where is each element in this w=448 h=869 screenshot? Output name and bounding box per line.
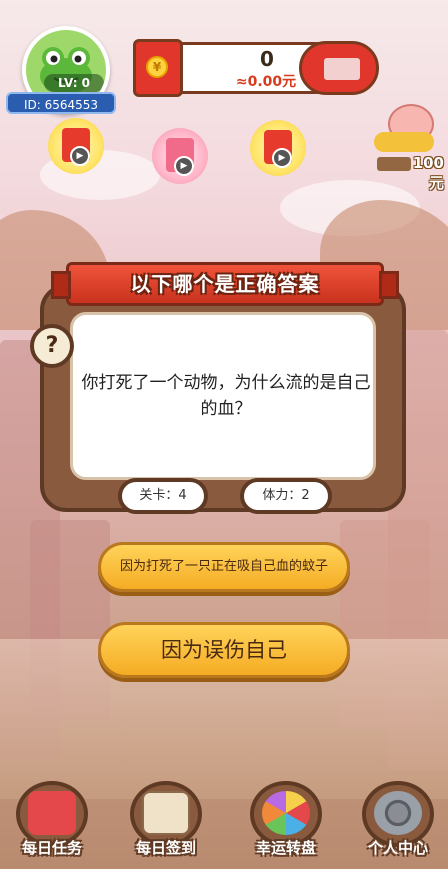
play-icon: ▶ bbox=[174, 156, 194, 176]
gold-coins-icon bbox=[374, 132, 434, 152]
nav-daily-checkin[interactable]: 每日签到 bbox=[120, 781, 212, 869]
nav-label: 每日签到 bbox=[135, 839, 196, 857]
video-red-envelope-3[interactable]: ▶ bbox=[250, 120, 306, 176]
nav-label: 个人中心 bbox=[367, 839, 428, 857]
video-red-envelope-2[interactable]: ▶ bbox=[152, 128, 208, 184]
level-counter: 关卡：4 bbox=[118, 478, 208, 514]
nav-label: 每日任务 bbox=[21, 839, 82, 857]
piggy-bank-amount: 100元 bbox=[412, 154, 444, 192]
wallet-bar: ¥ 0 ≈0.00元 bbox=[133, 39, 379, 97]
nav-label: 幸运转盘 bbox=[255, 839, 316, 857]
coin-balance: 0 bbox=[260, 47, 274, 71]
question-mark-icon: ? bbox=[45, 333, 59, 358]
nav-daily-tasks[interactable]: 每日任务 bbox=[6, 781, 98, 869]
nav-lucky-wheel[interactable]: 幸运转盘 bbox=[240, 781, 332, 869]
coin-icon: ¥ bbox=[146, 56, 168, 78]
help-button[interactable]: ? bbox=[30, 324, 74, 368]
play-icon: ▶ bbox=[70, 146, 90, 166]
answer-option-1[interactable]: 因为打死了一只正在吸自己血的蚊子 bbox=[98, 542, 350, 592]
red-envelope-gift-icon bbox=[28, 791, 76, 835]
play-icon: ▶ bbox=[272, 148, 292, 168]
banner-title: 以下哪个是正确答案 bbox=[130, 272, 320, 296]
answer-option-2[interactable]: 因为误伤自己 bbox=[98, 622, 350, 678]
player-id: ID: 6564553 bbox=[6, 92, 116, 114]
question-text: 你打死了一个动物，为什么流的是自己的血？ bbox=[81, 373, 371, 419]
blurred-label bbox=[324, 58, 360, 80]
video-red-envelope-1[interactable]: ▶ bbox=[48, 118, 104, 174]
lucky-wheel-icon bbox=[262, 791, 310, 835]
clipboard-checkin-icon bbox=[142, 791, 190, 835]
red-envelope-icon: ¥ bbox=[133, 39, 183, 97]
stamina-counter: 体力：2 bbox=[240, 478, 332, 514]
nav-profile[interactable]: 个人中心 bbox=[352, 781, 444, 869]
piggy-bank[interactable]: 100元 bbox=[370, 98, 444, 192]
blurred-label bbox=[376, 156, 411, 171]
gear-icon bbox=[374, 791, 422, 835]
player-level: LV: 0 bbox=[44, 74, 104, 92]
question-banner: 以下哪个是正确答案 bbox=[51, 262, 399, 306]
bottom-nav: 每日任务 每日签到 幸运转盘 个人中心 bbox=[0, 781, 448, 869]
withdraw-button[interactable] bbox=[299, 41, 379, 95]
